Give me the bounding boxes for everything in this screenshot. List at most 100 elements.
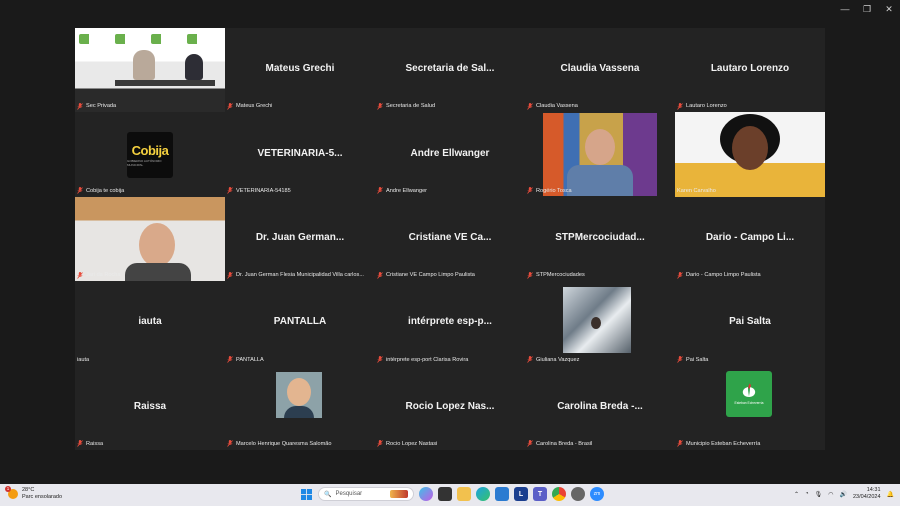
mic-muted-icon [527, 187, 533, 195]
participant-tile-andre[interactable]: Andre Ellwanger Andre Ellwanger [375, 112, 525, 197]
participant-label: Dario - Campo Limpo Paulista [677, 270, 823, 280]
participant-tile-cobija[interactable]: Cobija GOBIERNO AUTÓNOMO MUNICIPAL Cobija … [75, 112, 225, 197]
participant-label: Pai Salta [677, 355, 823, 365]
folder-icon[interactable] [457, 487, 471, 501]
weather-widget[interactable]: 28°C Parc ensolarado [5, 486, 62, 501]
edge-icon[interactable] [476, 487, 490, 501]
video-feed [675, 112, 825, 197]
mic-muted-icon [527, 271, 533, 279]
participant-tile-claudia[interactable]: Claudia Vassena Claudia Vassena [525, 28, 675, 113]
speaker-icon[interactable]: 🔊 [840, 491, 847, 498]
mic-muted-icon [377, 356, 383, 363]
participant-name-display: Mateus Grechi [265, 63, 335, 75]
video-feed [75, 28, 225, 113]
participant-label-text: Raissa [86, 440, 104, 447]
mic-muted-icon [227, 187, 233, 195]
window-controls: — ❐ ✕ [834, 0, 900, 18]
mic-muted-icon [77, 102, 83, 110]
notification-icon[interactable]: 🔔 [887, 491, 894, 498]
chevron-up-icon[interactable]: ⌃ [794, 491, 799, 498]
participant-tile-marcelo[interactable]: Marcelo Henrique Quaresma Salomão [225, 365, 375, 450]
participant-grid: Sec Privada Mateus Grechi Mateus Grechi Sec… [75, 28, 825, 450]
participant-name-display: iauta [138, 316, 162, 328]
participant-label: Sec Privada [77, 101, 223, 111]
participant-label-text: Carolina Breda - Brasil [536, 440, 593, 447]
participant-label-text: Secretaria de Salud [386, 103, 436, 110]
participant-label: Claudia Vassena [527, 101, 673, 111]
participant-tile-pantalla[interactable]: PANTALLA PANTALLA [225, 281, 375, 366]
person-face [732, 126, 768, 171]
participant-label-text: Giuliana Vazquez [536, 356, 580, 363]
mic-muted-icon [77, 271, 83, 279]
participant-tile-raissa[interactable]: Raissa Raissa [75, 365, 225, 450]
participant-label-text: Claudia Vassena [536, 103, 578, 110]
taskbar-apps: 🔍 Pesquisar L T zm [299, 487, 604, 501]
participant-label: Mateus Grechi [227, 101, 373, 111]
participant-tile-stp[interactable]: STPMercociudad... STPMercociudades [525, 196, 675, 282]
logo-banner [151, 34, 185, 44]
chrome-icon[interactable] [552, 487, 566, 501]
person-face [591, 317, 601, 330]
zoom-icon[interactable]: zm [590, 487, 604, 501]
wifi-icon[interactable]: ◠ [828, 491, 833, 498]
participant-tile-secsal[interactable]: Secretaria de Sal... Secretaria de Salud [375, 28, 525, 113]
cobija-logo: Cobija GOBIERNO AUTÓNOMO MUNICIPAL [127, 132, 173, 179]
video-feed [75, 196, 225, 282]
participant-tile-cristiane[interactable]: Cristiane VE Ca... Cristiane VE Campo Lim… [375, 196, 525, 282]
mic-icon[interactable]: 🎙 [815, 491, 823, 498]
participant-tile-giuliana[interactable]: Giuliana Vazquez [525, 281, 675, 366]
participant-tile-jari[interactable]: Jari da Rocha [75, 196, 225, 282]
participant-name-display: Lautaro Lorenzo [710, 63, 790, 75]
maximize-button[interactable]: ❐ [856, 0, 878, 18]
video-feed [543, 113, 657, 197]
mic-muted-icon [677, 271, 683, 279]
participant-label-text: Jari da Rocha [86, 272, 121, 279]
cobija-logo-text: Cobija [131, 143, 169, 159]
participant-tile-rogerio[interactable]: Rogério Tosca [525, 112, 675, 197]
clock-date: 23/04/2024 [852, 494, 881, 500]
participant-tile-sec[interactable]: Sec Privada [75, 28, 225, 113]
teams-icon[interactable]: T [533, 487, 547, 501]
participant-label-text: Dario - Campo Limpo Paulista [686, 272, 761, 279]
close-button[interactable]: ✕ [878, 0, 900, 18]
participant-tile-vet[interactable]: VETERINARIA-5... VETERINARIA-54185 [225, 112, 375, 197]
participant-tile-mateus[interactable]: Mateus Grechi Mateus Grechi [225, 28, 375, 113]
mic-muted-icon [677, 102, 683, 110]
search-box[interactable]: 🔍 Pesquisar [318, 487, 414, 501]
participant-tile-lautaro[interactable]: Lautaro Lorenzo Lautaro Lorenzo [675, 28, 825, 113]
leaf-icon [742, 382, 756, 397]
search-icon: 🔍 [324, 491, 332, 498]
participant-label-text: Andre Ellwanger [386, 187, 428, 194]
task-view-icon[interactable] [438, 487, 452, 501]
store-icon[interactable] [495, 487, 509, 501]
participant-tile-karen[interactable]: Karen Carvalho [675, 112, 825, 197]
settings-icon[interactable] [571, 487, 585, 501]
logo-banner [115, 34, 149, 44]
participant-tile-juan[interactable]: Dr. Juan German... Dr. Juan German Flesia… [225, 196, 375, 282]
participant-name-display: Pai Salta [729, 316, 771, 328]
participant-tile-dario[interactable]: Dario - Campo Li... Dario - Campo Limpo P… [675, 196, 825, 282]
participant-label-text: Municipio Esteban Echeverría [686, 440, 761, 447]
participant-tile-rocio[interactable]: Rocio Lopez Nas... Rocio Lopez Nastasi [375, 365, 525, 450]
mic-muted-icon [527, 440, 533, 448]
participant-tile-carolina[interactable]: Carolina Breda -... Carolina Breda - Bras… [525, 365, 675, 450]
mic-muted-icon [227, 102, 233, 110]
participant-label: Municipio Esteban Echeverría [677, 439, 823, 449]
start-icon[interactable] [299, 487, 313, 501]
participant-tile-iauta[interactable]: iauta iauta [75, 281, 225, 366]
mic-muted-icon [527, 102, 533, 110]
participant-name-display: intérprete esp-p... [408, 316, 492, 328]
l-icon[interactable]: L [514, 487, 528, 501]
copilot-icon[interactable] [419, 487, 433, 501]
participant-label: Marcelo Henrique Quaresma Salomão [227, 439, 373, 449]
clock[interactable]: 14:31 23/04/2024 [853, 487, 881, 501]
person-video [185, 54, 203, 80]
participant-tile-pai[interactable]: Pai Salta Pai Salta [675, 281, 825, 366]
participant-name-display: STPMercociudad... [555, 232, 645, 244]
participant-label-text: Marcelo Henrique Quaresma Salomão [236, 440, 332, 447]
participant-tile-interp[interactable]: intérprete esp-p... intérprete esp-port C… [375, 281, 525, 366]
network-icon[interactable]: ◔ [805, 491, 809, 497]
mic-muted-icon [377, 271, 383, 279]
participant-tile-municipio[interactable]: Esteban Echeverría Municipio Esteban Eche… [675, 365, 825, 450]
minimize-button[interactable]: — [834, 0, 856, 18]
